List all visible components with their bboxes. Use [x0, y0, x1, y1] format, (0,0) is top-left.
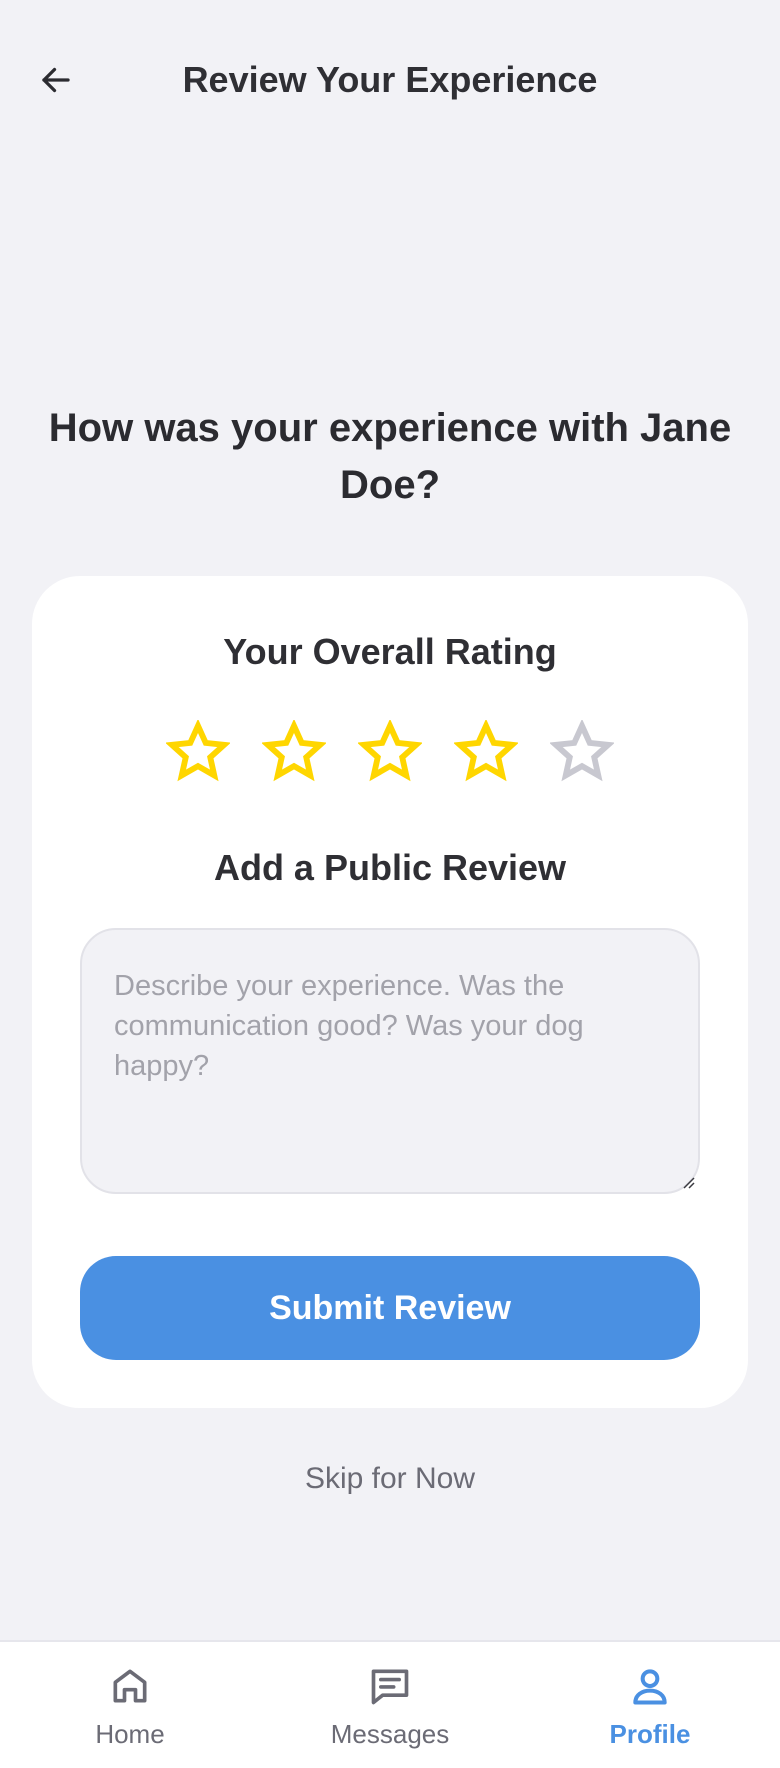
- star-filled-icon[interactable]: [358, 720, 422, 784]
- star-filled-icon[interactable]: [166, 720, 230, 784]
- star-empty-icon[interactable]: [550, 720, 614, 784]
- review-input-wrapper: [80, 928, 700, 1194]
- bottom-navigation: Home Messages Profile: [0, 1640, 780, 1768]
- nav-item-messages[interactable]: Messages: [260, 1642, 520, 1768]
- header: Review Your Experience: [0, 0, 780, 160]
- review-card: Your Overall Rating Add a Public Review …: [32, 576, 748, 1408]
- page-title: Review Your Experience: [182, 59, 598, 100]
- nav-item-profile[interactable]: Profile: [520, 1642, 780, 1768]
- rating-title: Your Overall Rating: [223, 631, 557, 672]
- star-filled-icon[interactable]: [262, 720, 326, 784]
- resize-handle-icon[interactable]: [680, 1174, 696, 1190]
- review-input[interactable]: [80, 928, 700, 1194]
- nav-label-home: Home: [95, 1719, 165, 1749]
- star-filled-icon[interactable]: [454, 720, 518, 784]
- star-rating: [32, 720, 748, 784]
- messages-icon: [371, 1669, 409, 1705]
- profile-icon: [633, 1669, 667, 1705]
- home-icon: [113, 1669, 147, 1703]
- submit-review-button[interactable]: Submit Review: [80, 1256, 700, 1360]
- app-screen: Review Your Experience How was your expe…: [0, 0, 780, 1768]
- nav-label-messages: Messages: [330, 1719, 450, 1749]
- nav-label-profile: Profile: [609, 1719, 691, 1749]
- nav-item-home[interactable]: Home: [0, 1642, 260, 1768]
- experience-question: How was your experience with Jane Doe?: [48, 406, 732, 507]
- review-title: Add a Public Review: [213, 847, 567, 888]
- skip-for-now-link[interactable]: Skip for Now: [0, 1462, 780, 1496]
